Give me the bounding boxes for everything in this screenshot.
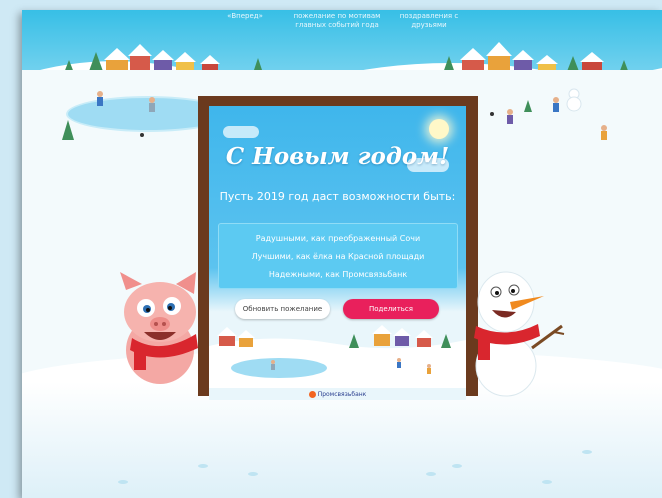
cloud bbox=[223, 126, 259, 138]
bank-logo-text: Промсвязьбанк bbox=[317, 391, 367, 398]
footprint bbox=[248, 472, 258, 476]
pig-character bbox=[120, 272, 198, 384]
wish-list: Радушными, как преображенный Сочи Лучшим… bbox=[218, 223, 458, 289]
footprint bbox=[582, 450, 592, 454]
footprint bbox=[542, 480, 552, 484]
nav-item-forward[interactable]: «Вперед» bbox=[218, 12, 272, 21]
footprint bbox=[118, 480, 128, 484]
footprint bbox=[426, 472, 436, 476]
refresh-wish-button[interactable]: Обновить пожелание bbox=[235, 299, 330, 319]
top-nav: «Вперед» пожелание по мотивам главных со… bbox=[22, 11, 662, 31]
wish-item: Лучшими, как ёлка на Красной площади bbox=[251, 252, 425, 261]
footprint bbox=[452, 464, 462, 468]
nav-item-greetings[interactable]: поздравления с друзьями bbox=[394, 12, 464, 30]
sun-icon bbox=[429, 119, 449, 139]
wish-item: Радушными, как преображенный Сочи bbox=[255, 234, 421, 243]
card-subtitle: Пусть 2019 год даст возможности быть: bbox=[219, 190, 456, 203]
bank-logo-icon bbox=[308, 391, 316, 398]
nav-item-wish[interactable]: пожелание по мотивам главных событий год… bbox=[292, 12, 382, 30]
card-village-illustration bbox=[209, 325, 466, 388]
card-title: С Новым годом! bbox=[225, 143, 450, 170]
wish-item: Надежными, как Промсвязьбанк bbox=[268, 270, 408, 279]
snowman-character bbox=[474, 271, 565, 397]
greeting-card: С Новым годом! Пусть 2019 год даст возмо… bbox=[209, 106, 466, 400]
share-button[interactable]: Поделиться bbox=[343, 299, 439, 319]
bank-logo: Промсвязьбанк bbox=[209, 391, 466, 398]
footprint bbox=[198, 464, 208, 468]
page-frame: «Вперед» пожелание по мотивам главных со… bbox=[22, 10, 662, 498]
